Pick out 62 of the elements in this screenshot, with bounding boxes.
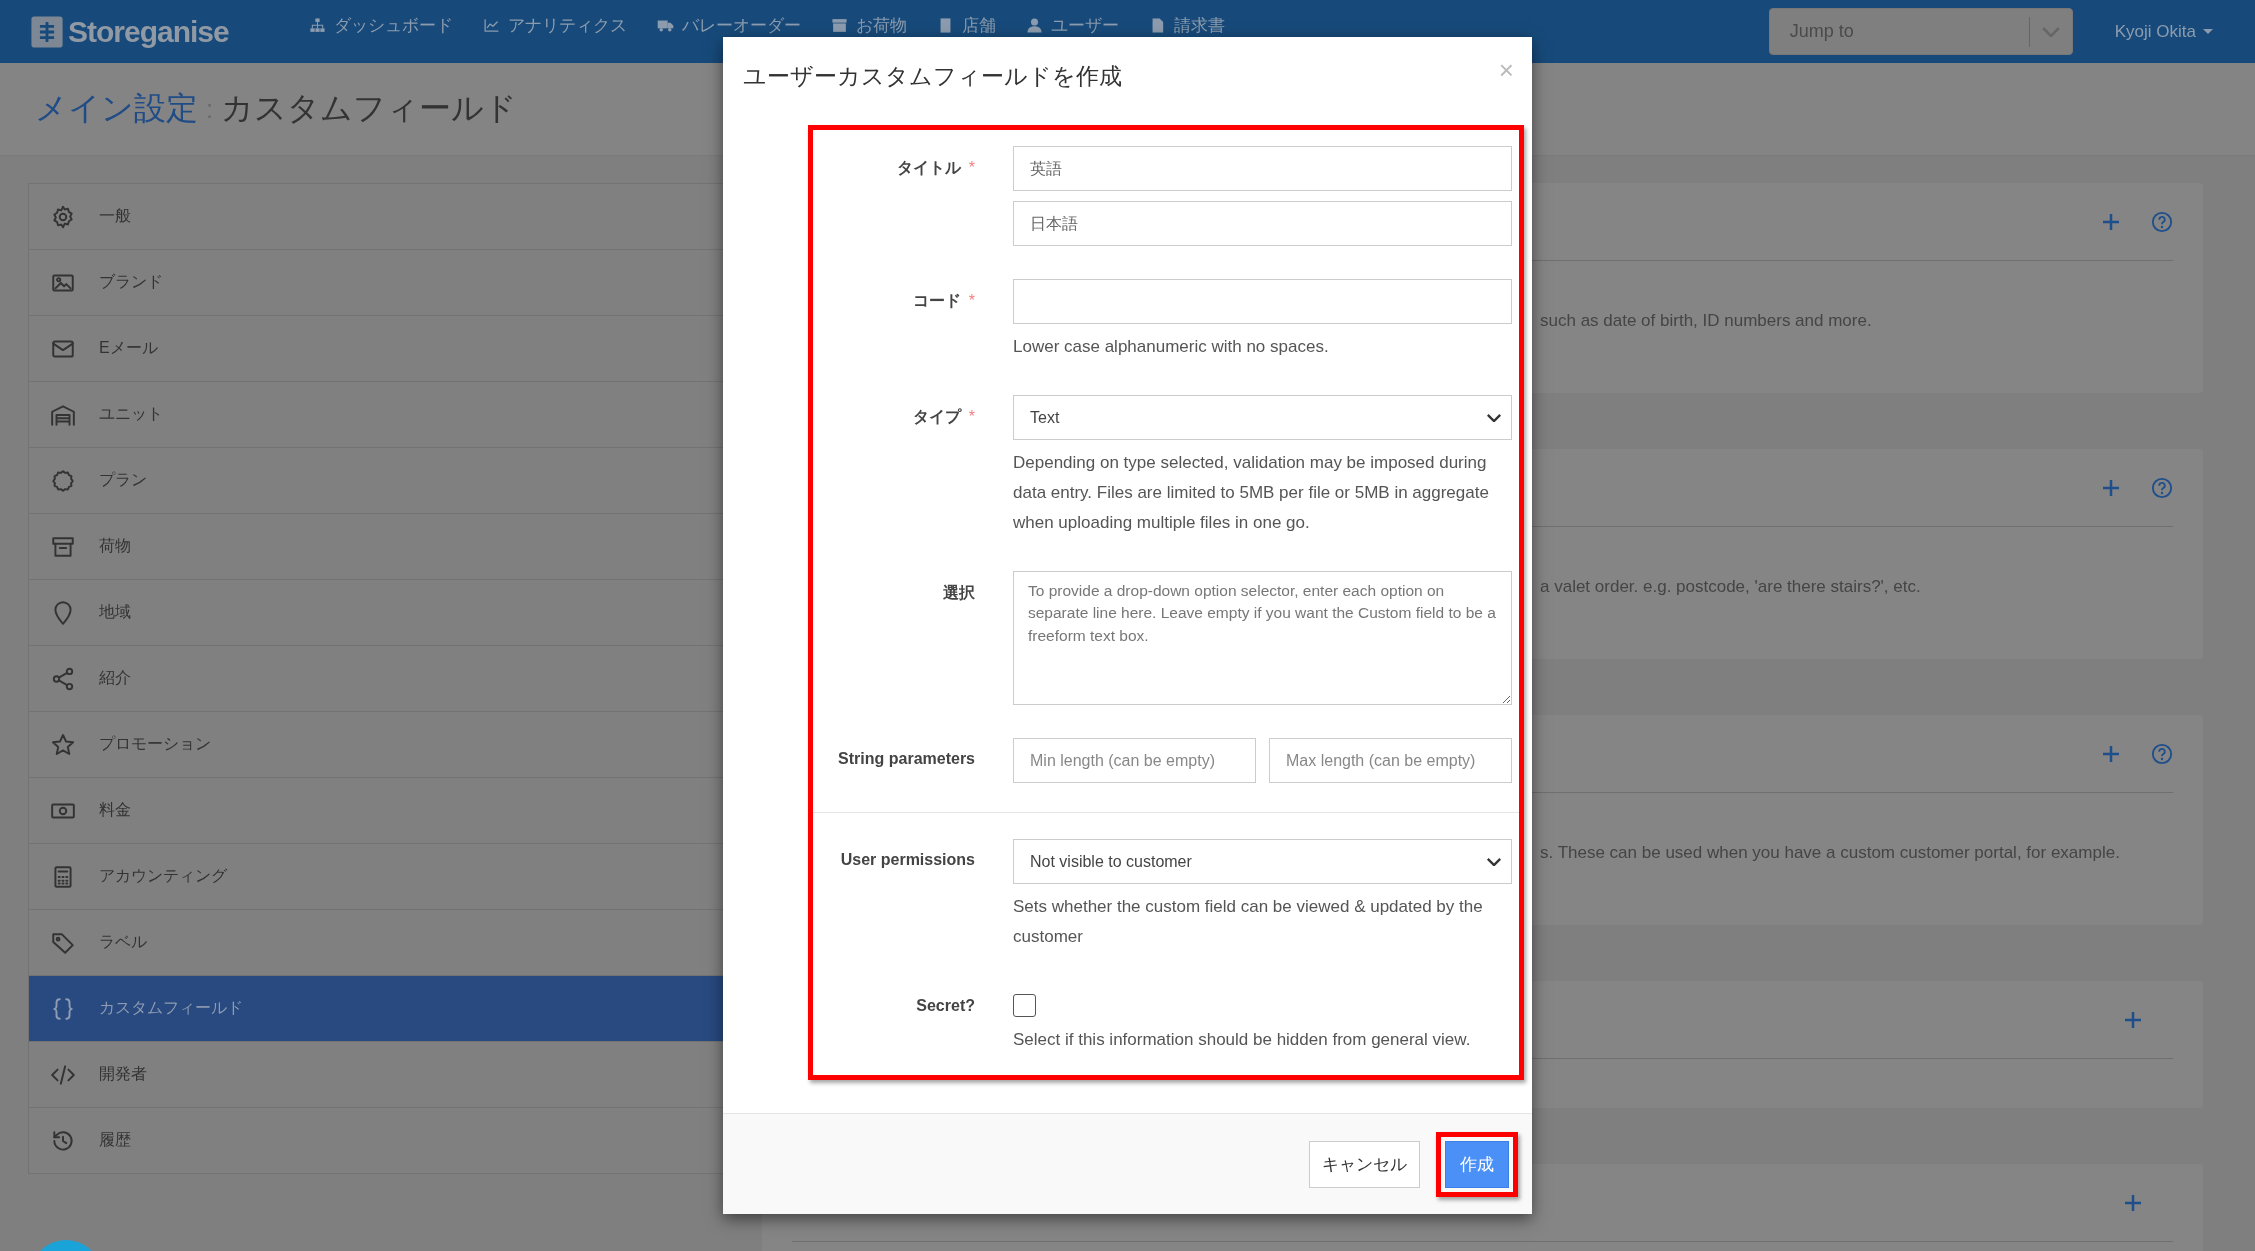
field-label: コード <box>912 292 961 309</box>
nav-link[interactable]: バレーオーダー <box>656 14 801 37</box>
field-label: タイプ <box>912 408 961 425</box>
sitemap-icon <box>308 17 326 34</box>
chevron-down-icon <box>1487 857 1501 866</box>
badge-icon <box>50 467 76 494</box>
share-icon <box>50 665 76 692</box>
help-icon[interactable] <box>2151 476 2173 499</box>
help-text: Lower case alphanumeric with no spaces. <box>1013 336 1330 358</box>
panel-description: a valet order. e.g. postcode, 'are there stairs?', etc. <box>1540 577 1921 597</box>
create-button[interactable]: 作成 <box>1445 1140 1509 1188</box>
user-menu[interactable]: Kyoji Okita <box>2108 20 2219 43</box>
field-label: Secret? <box>916 997 975 1014</box>
plus-icon[interactable] <box>2123 1192 2143 1213</box>
length-field[interactable]: Min length (can be empty) <box>1013 738 1256 783</box>
field-label: 選択 <box>943 584 975 601</box>
field-label: User permissions <box>840 851 975 868</box>
archive-box-icon <box>830 17 848 34</box>
dialog-title: ユーザーカスタムフィールドを作成 <box>743 61 1122 91</box>
cancel-button[interactable]: キャンセル <box>1309 1140 1420 1188</box>
code-field[interactable] <box>1013 279 1512 324</box>
help-text: Select if this information should be hidden from general view. <box>1013 1029 1472 1051</box>
nav-link[interactable]: 請求書 <box>1148 14 1225 37</box>
select-field[interactable]: Not visible to customer <box>1013 839 1512 884</box>
star-icon <box>50 731 76 758</box>
close-button[interactable]: × <box>1498 57 1514 83</box>
user-icon <box>1025 17 1043 34</box>
field-label: String parameters <box>838 750 975 767</box>
title-field[interactable]: 英語 <box>1013 146 1512 191</box>
chevron-down-icon <box>1487 413 1501 422</box>
plus-icon[interactable] <box>2123 1009 2143 1030</box>
nav-link[interactable]: ダッシュボード <box>308 14 453 37</box>
required-mark: * <box>968 292 975 309</box>
select-field[interactable]: Text <box>1013 395 1512 440</box>
nav-link[interactable]: ユーザー <box>1025 14 1119 37</box>
chevron-down-icon <box>2041 26 2060 37</box>
required-mark: * <box>968 159 975 176</box>
gear-icon <box>50 203 76 230</box>
nav-link[interactable]: お荷物 <box>830 14 907 37</box>
field-label: タイトル <box>896 159 961 176</box>
nav-link[interactable]: アナリティクス <box>482 14 627 37</box>
panel-description: such as date of birth, ID numbers and more. <box>1540 311 1872 331</box>
nav-link[interactable]: 店舗 <box>936 14 996 37</box>
required-mark: * <box>968 408 975 425</box>
checkbox[interactable] <box>1013 994 1036 1017</box>
help-text: Depending on type selected, validation may be imposed during data entry. Files are limited to 5MB per file or 5MB in aggregate when uploading multiple files in one go. <box>1013 452 1490 534</box>
plus-icon[interactable] <box>2101 211 2121 232</box>
breadcrumb-separator: : <box>206 93 214 125</box>
logo-icon <box>30 14 64 49</box>
breadcrumb-link[interactable]: メイン設定 <box>35 87 198 131</box>
line-chart-icon <box>482 17 500 34</box>
plus-icon[interactable] <box>2101 477 2121 498</box>
title-field[interactable]: 日本語 <box>1013 201 1512 246</box>
help-text: Sets whether the custom field can be viewed & updated by the customer <box>1013 896 1484 948</box>
help-icon[interactable] <box>2151 742 2173 765</box>
page-heading: カスタムフィールド <box>221 89 518 128</box>
help-icon[interactable] <box>2151 210 2173 233</box>
length-field[interactable]: Max length (can be empty) <box>1269 738 1512 783</box>
panel-description: s. These can be used when you have a custom customer portal, for example. <box>1540 843 2120 863</box>
text-area[interactable]: To provide a drop-down option selector, enter each option on separate line here. Leave empty if you want the Custom field to be a freeform text box. <box>1013 571 1512 705</box>
plus-icon[interactable] <box>2101 743 2121 764</box>
logo-text[interactable]: Storeganise <box>68 14 229 49</box>
